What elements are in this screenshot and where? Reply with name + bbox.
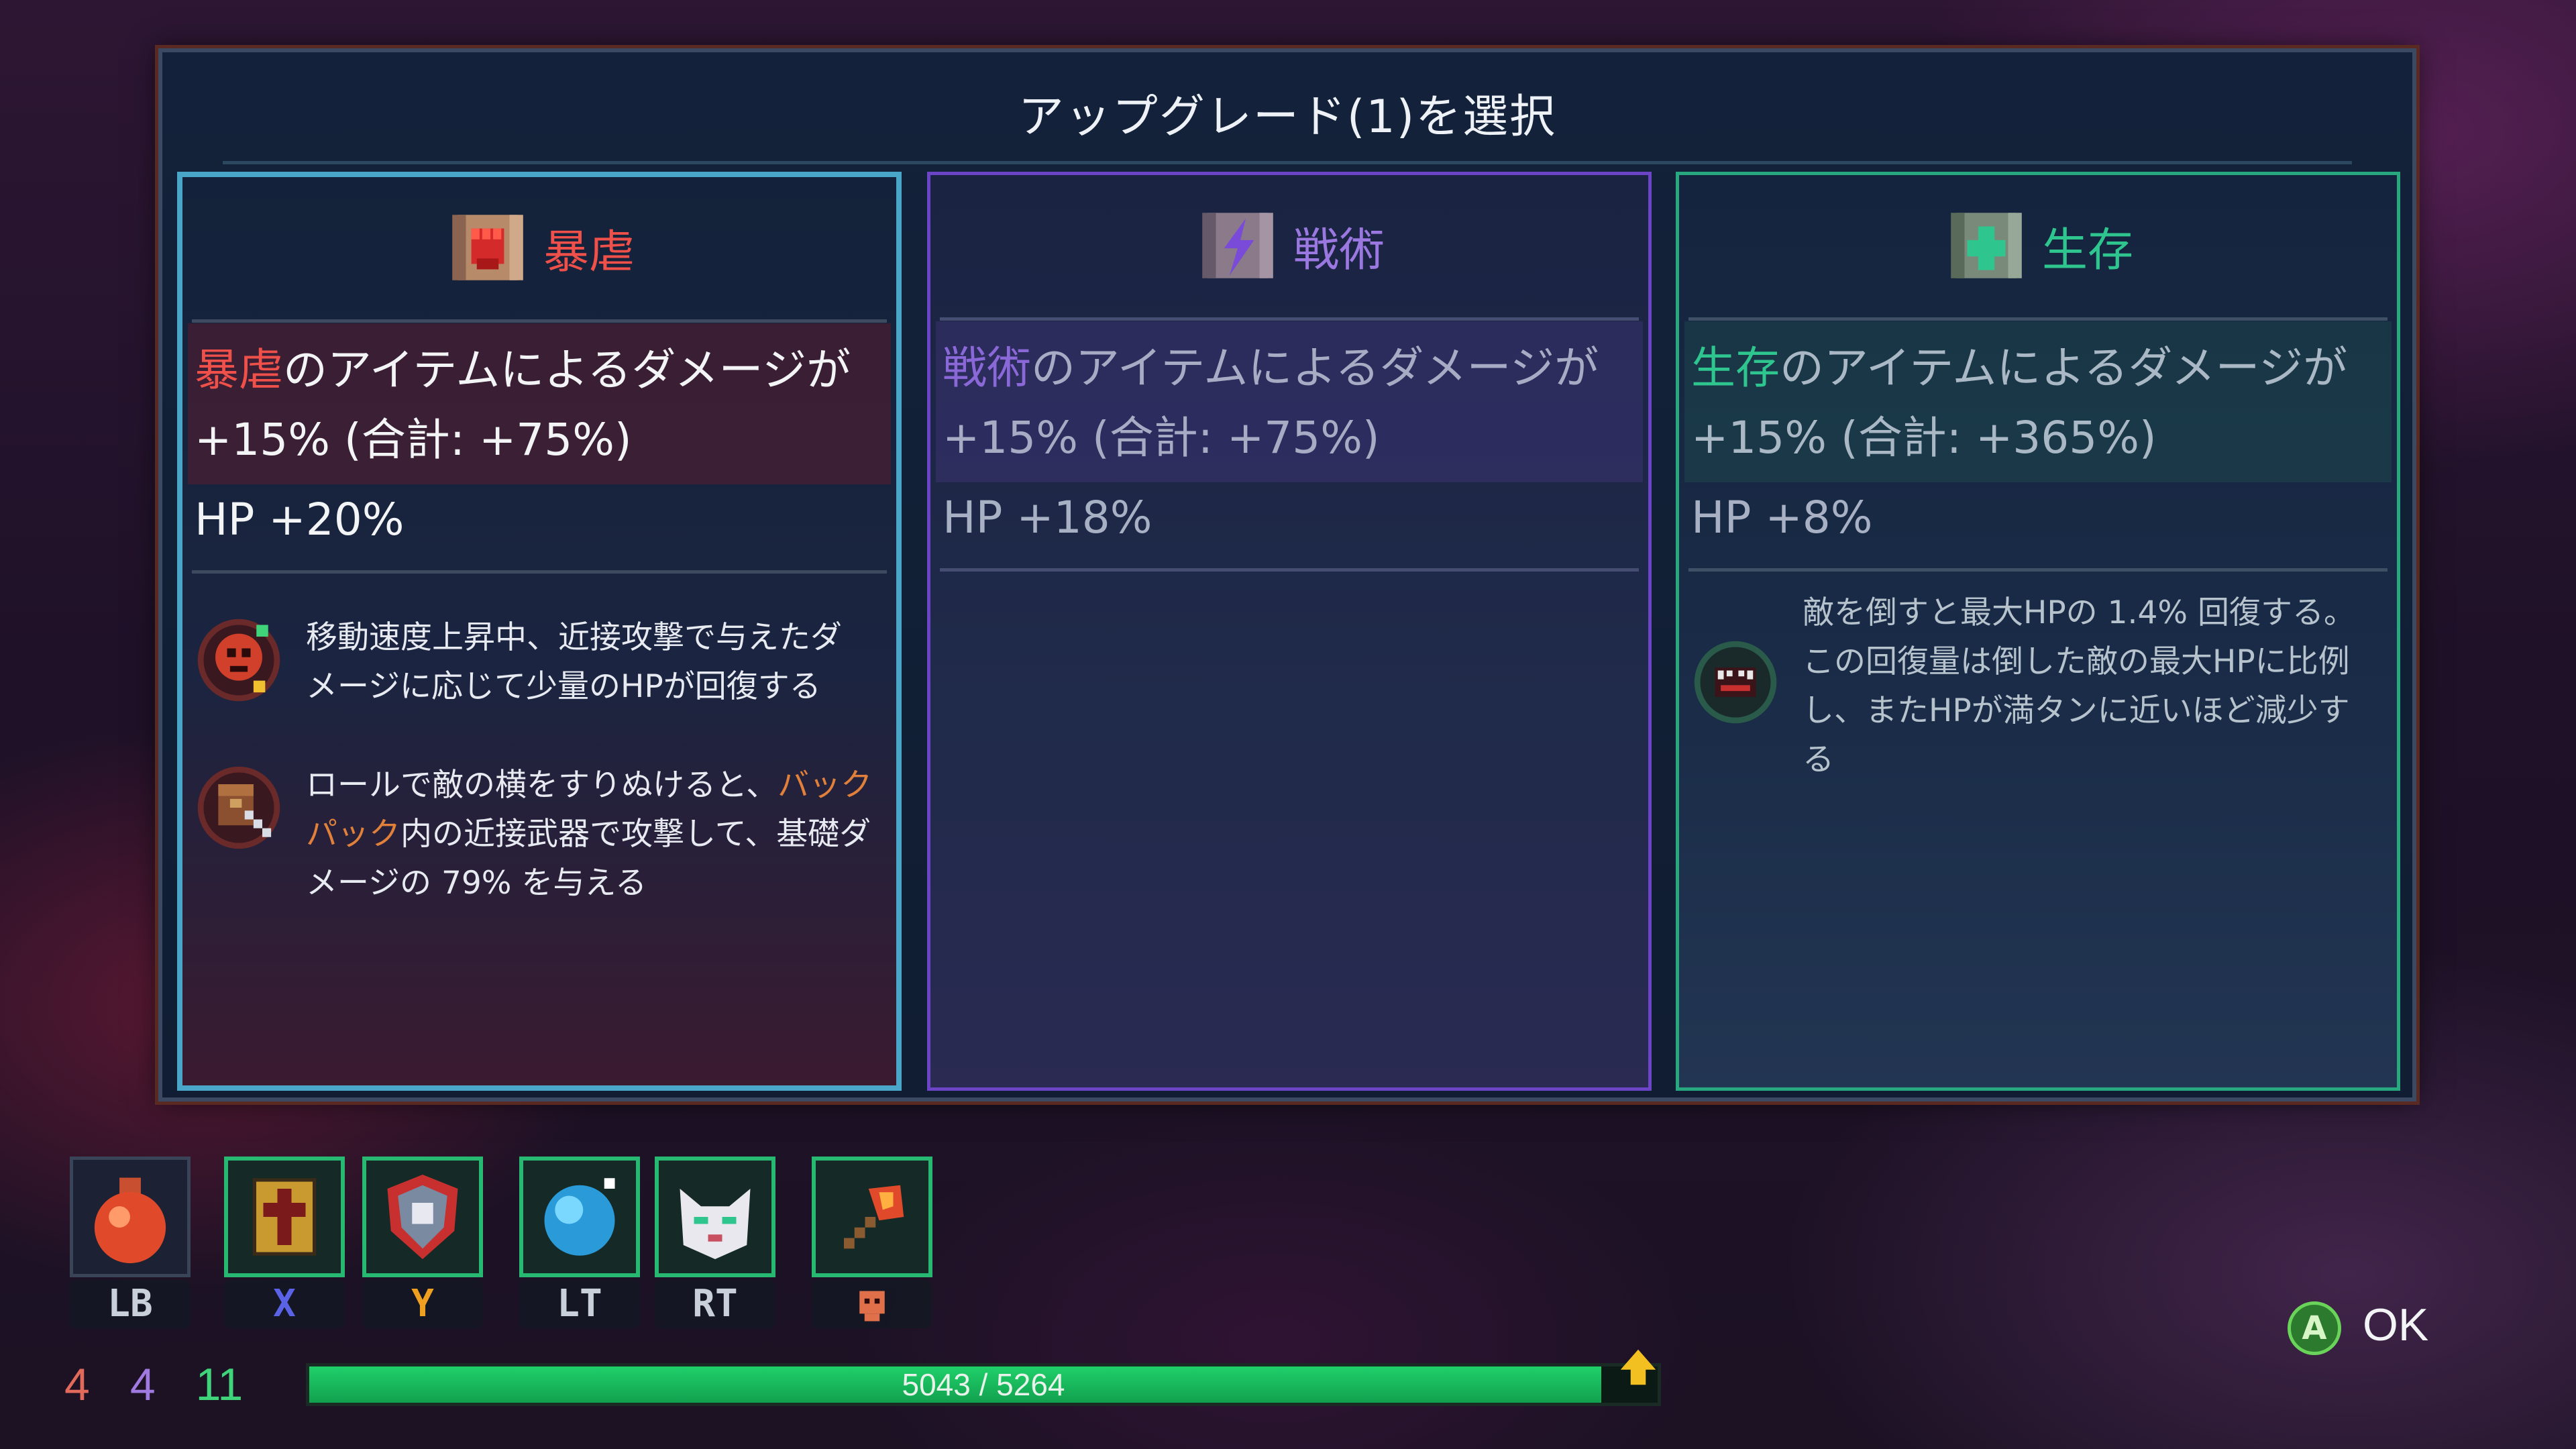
perk-line: 内の近接武器で攻撃して、基礎ダ: [400, 816, 871, 853]
hotbar-slot-lt[interactable]: [519, 1157, 640, 1277]
damage-stat-name: 暴虐: [195, 344, 283, 396]
upgrade-dialog: アップグレード(1)を選択 暴虐 暴虐のアイテムによるダメージが +15% (合…: [158, 48, 2416, 1102]
damage-value: +15% (合計: +365%): [1691, 412, 2157, 464]
perk-item: ロールで敵の横をすりぬけると、バック パック内の近接武器で攻撃して、基礎ダ メー…: [192, 761, 887, 908]
damage-value: +15% (合計: +75%): [943, 412, 1380, 464]
health-flask-icon: [94, 1177, 166, 1264]
perk-keyword: パック: [306, 816, 400, 853]
title-divider: [223, 161, 2352, 164]
perk-line: メージの 79% を与える: [306, 865, 647, 902]
button-hint-rt: RT: [655, 1280, 775, 1328]
divider: [192, 570, 887, 574]
backpack-blade-icon: [197, 766, 280, 849]
button-hint-lb: LB: [70, 1280, 191, 1328]
scroll-stats: 4 4 11: [64, 1356, 243, 1413]
button-hint-y: Y: [362, 1280, 483, 1328]
damage-bonus: 暴虐のアイテムによるダメージが +15% (合計: +75%): [188, 323, 891, 484]
hotbar-slot-x[interactable]: [224, 1157, 345, 1277]
ice-orb-icon: [544, 1178, 615, 1256]
hp-bonus: HP +18%: [943, 492, 1152, 543]
card-header: 生存: [1679, 175, 2397, 316]
perk-line: る: [1803, 741, 1834, 778]
divider: [1688, 568, 2387, 572]
brutality-scroll-icon: [452, 215, 523, 280]
hotbar-slot-y[interactable]: [362, 1157, 483, 1277]
perk-line: メージに応じて少量のHPが回復する: [306, 668, 821, 705]
perk-line: ロールで敵の横をすりぬけると、: [306, 767, 778, 804]
dialog-title: アップグレード(1)を選択: [1018, 91, 1557, 144]
cat-mask-icon: [680, 1189, 751, 1259]
card-title: 暴虐: [543, 225, 635, 279]
tactics-stat: 4: [129, 1359, 156, 1410]
skull-button-icon: [859, 1291, 885, 1322]
fanged-maw-icon: [1694, 641, 1777, 724]
a-button-icon[interactable]: A: [2288, 1301, 2341, 1355]
upgrade-card-tactics[interactable]: 戦術 戦術のアイテムによるダメージが +15% (合計: +75%) HP +1…: [927, 172, 1652, 1091]
divider: [940, 317, 1639, 321]
health-text: 5043 / 5264: [902, 1367, 1065, 1402]
level-up-arrow-icon: [1620, 1349, 1656, 1385]
divider: [192, 319, 887, 323]
damage-stat-name: 戦術: [943, 342, 1031, 394]
upgrade-card-brutality[interactable]: 暴虐 暴虐のアイテムによるダメージが +15% (合計: +75%) HP +2…: [177, 172, 902, 1091]
button-hint-lt: LT: [519, 1280, 640, 1328]
fire-axe-icon: [844, 1185, 904, 1249]
perk-line: し、またHPが満タンに近いほど減少す: [1803, 692, 2350, 729]
hotbar-slot-rt[interactable]: [655, 1157, 775, 1277]
damage-bonus: 生存のアイテムによるダメージが +15% (合計: +365%): [1684, 321, 2392, 482]
damage-stat-name: 生存: [1691, 342, 1780, 394]
damage-bonus: 戦術のアイテムによるダメージが +15% (合計: +75%): [936, 321, 1643, 482]
card-title: 戦術: [1293, 223, 1385, 277]
damage-text: のアイテムによるダメージが: [283, 344, 851, 396]
hotbar-slot-skill[interactable]: [812, 1157, 932, 1277]
perk-line: 敵を倒すと最大HPの 1.4% 回復する。: [1803, 594, 2355, 631]
perk-line: この回復量は倒した敵の最大HPに比例: [1803, 643, 2350, 680]
cross-tome-icon: [252, 1178, 317, 1256]
health-bar: 5043 / 5264: [306, 1363, 1661, 1406]
damage-text: のアイテムによるダメージが: [1031, 342, 1599, 394]
tactics-scroll-icon: [1202, 213, 1273, 278]
damage-value: +15% (合計: +75%): [195, 414, 632, 466]
hp-bonus: HP +8%: [1691, 492, 1873, 543]
divider: [1688, 317, 2387, 321]
perk-line: 移動速度上昇中、近接攻撃で与えたダ: [306, 619, 842, 656]
divider: [940, 568, 1639, 572]
perk-item: 敵を倒すと最大HPの 1.4% 回復する。 この回復量は倒した敵の最大HPに比例…: [1688, 588, 2387, 784]
card-header: 暴虐: [182, 177, 896, 318]
card-header: 戦術: [930, 175, 1648, 316]
hotbar-slot-flask[interactable]: [70, 1157, 191, 1277]
hp-bonus: HP +20%: [195, 494, 405, 545]
button-hint-dodge: [812, 1280, 932, 1328]
brutality-stat: 4: [64, 1359, 90, 1410]
ok-label[interactable]: OK: [2363, 1299, 2428, 1351]
button-hint-x: X: [224, 1280, 345, 1328]
shield-emblem-icon: [387, 1175, 458, 1259]
survival-stat: 11: [195, 1359, 244, 1410]
perk-item: 移動速度上昇中、近接攻撃で与えたダ メージに応じて少量のHPが回復する: [192, 613, 887, 711]
damage-text: のアイテムによるダメージが: [1780, 342, 2348, 394]
upgrade-card-survival[interactable]: 生存 生存のアイテムによるダメージが +15% (合計: +365%) HP +…: [1676, 172, 2400, 1091]
vampiric-fist-icon: [197, 619, 280, 702]
perk-keyword: バック: [777, 767, 873, 804]
survival-scroll-icon: [1951, 213, 2022, 278]
card-title: 生存: [2041, 223, 2133, 277]
